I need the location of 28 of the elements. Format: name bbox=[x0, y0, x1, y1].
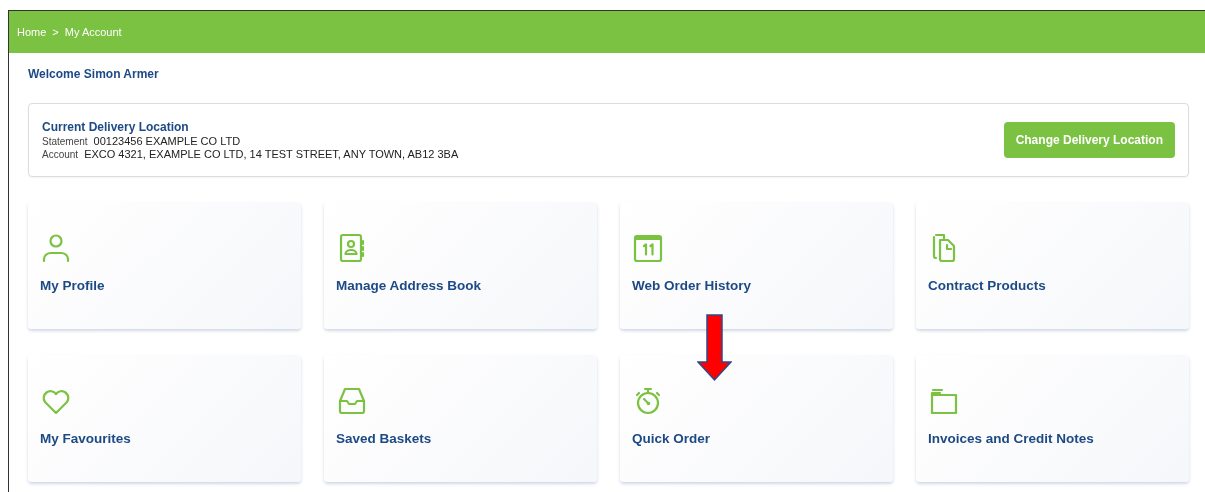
menu-tile[interactable]: My Profile bbox=[28, 202, 301, 329]
menu-tile[interactable]: Invoices and Credit Notes bbox=[916, 355, 1189, 482]
menu-tile[interactable]: Saved Baskets bbox=[324, 355, 597, 482]
tile-label: My Profile bbox=[40, 278, 105, 293]
breadcrumb-separator: > bbox=[52, 26, 59, 38]
field-value: EXCO 4321, EXAMPLE CO LTD, 14 TEST STREET, ANY TOWN, AB12 3BA bbox=[84, 148, 459, 160]
tile-label: Web Order History bbox=[632, 278, 752, 293]
annotation-arrow bbox=[697, 314, 732, 382]
tile-label: My Favourites bbox=[40, 431, 131, 446]
calendar-icon bbox=[632, 232, 664, 264]
breadcrumb-current: My Account bbox=[64, 26, 122, 38]
menu-tile[interactable]: Quick Order bbox=[620, 355, 893, 482]
welcome-heading: Welcome Simon Armer bbox=[28, 67, 160, 81]
field-value: 00123456 EXAMPLE CO LTD bbox=[93, 135, 241, 147]
tile-label: Saved Baskets bbox=[336, 431, 432, 446]
field-label: Account bbox=[42, 149, 79, 160]
delivery-title: Current Delivery Location bbox=[42, 120, 190, 134]
menu-tile[interactable]: Web Order History bbox=[620, 202, 893, 329]
menu-tile[interactable]: My Favourites bbox=[28, 355, 301, 482]
tile-label: Invoices and Credit Notes bbox=[928, 431, 1094, 446]
tray-icon bbox=[336, 385, 368, 417]
menu-tile[interactable]: Contract Products bbox=[916, 202, 1189, 329]
tile-label: Contract Products bbox=[928, 278, 1046, 293]
tile-label: Manage Address Book bbox=[336, 278, 482, 293]
person-icon bbox=[40, 232, 72, 264]
field-label: Statement bbox=[42, 136, 88, 147]
menu-tile[interactable]: Manage Address Book bbox=[324, 202, 597, 329]
tile-label: Quick Order bbox=[632, 431, 711, 446]
